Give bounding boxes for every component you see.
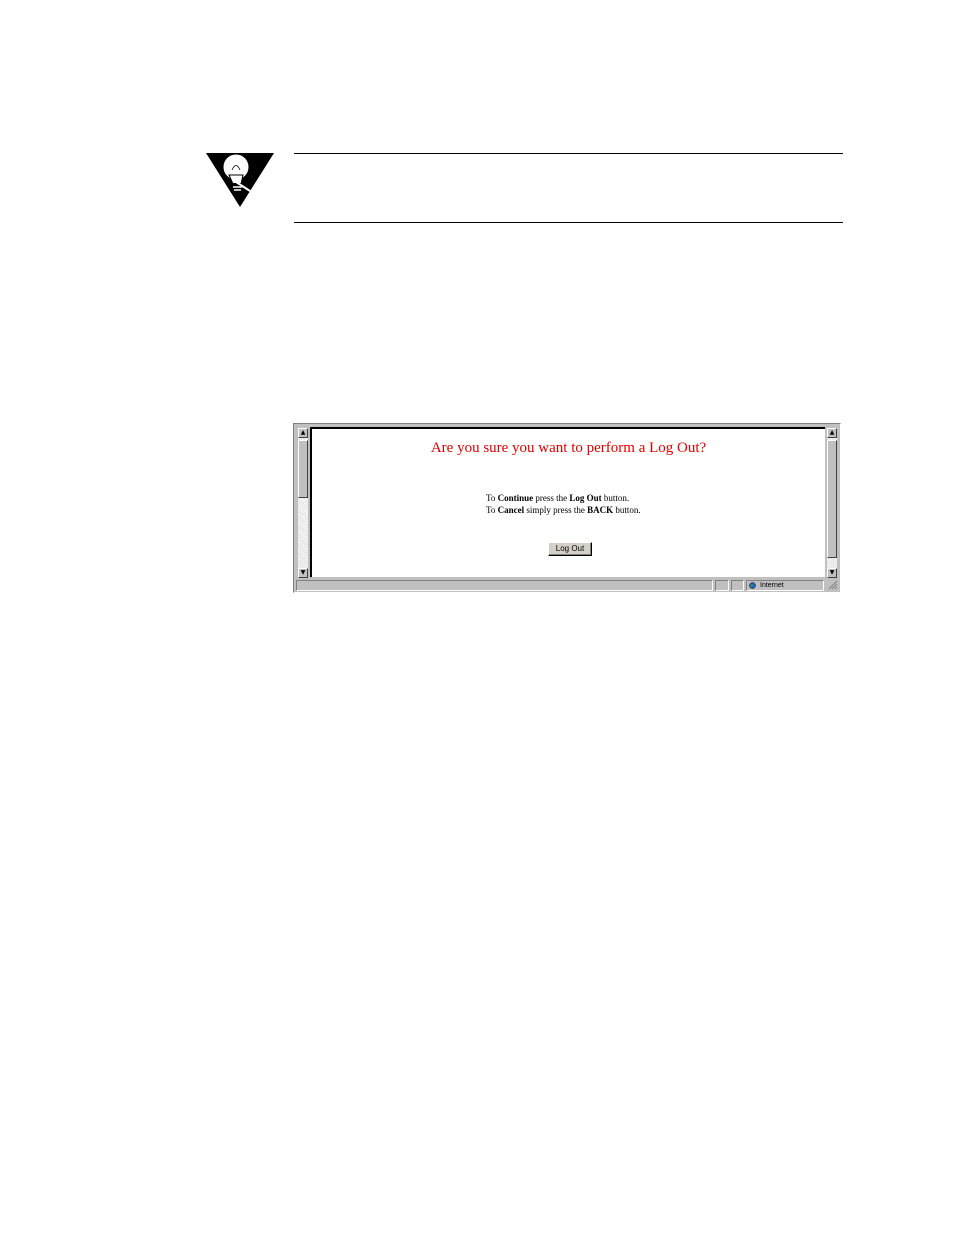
status-pane (731, 580, 744, 591)
scroll-up-arrow-icon[interactable]: ▲ (827, 428, 837, 438)
instructions: To Continue press the Log Out button. To… (486, 492, 641, 516)
scroll-up-arrow-icon[interactable]: ▲ (298, 428, 308, 438)
instruction-continue: To Continue press the Log Out button. (486, 493, 630, 503)
status-text-pane (296, 580, 713, 591)
log-out-button[interactable]: Log Out (548, 542, 592, 556)
zone-label: Internet (760, 582, 784, 589)
status-pane (715, 580, 729, 591)
scroll-thumb[interactable] (298, 440, 308, 498)
right-scrollbar[interactable]: ▲ ▼ (827, 428, 837, 578)
left-scrollbar[interactable]: ▲ ▼ (298, 428, 308, 578)
globe-icon (749, 582, 756, 589)
scroll-down-arrow-icon[interactable]: ▼ (298, 568, 308, 578)
lightbulb-note-icon (206, 153, 274, 207)
browser-content: Are you sure you want to perform a Log O… (310, 427, 825, 577)
security-zone-pane: Internet (746, 580, 824, 591)
scroll-down-arrow-icon[interactable]: ▼ (827, 568, 837, 578)
note-rule-top (294, 153, 843, 154)
scroll-thumb[interactable] (827, 440, 837, 558)
page-title: Are you sure you want to perform a Log O… (430, 440, 707, 456)
status-bar: Internet (294, 579, 840, 592)
browser-window: ▲ ▼ Are you sure you want to perform a L… (293, 423, 841, 593)
instruction-cancel: To Cancel simply press the BACK button. (486, 505, 641, 515)
note-rule-bottom (294, 222, 843, 223)
resize-grip-icon[interactable] (828, 580, 838, 590)
